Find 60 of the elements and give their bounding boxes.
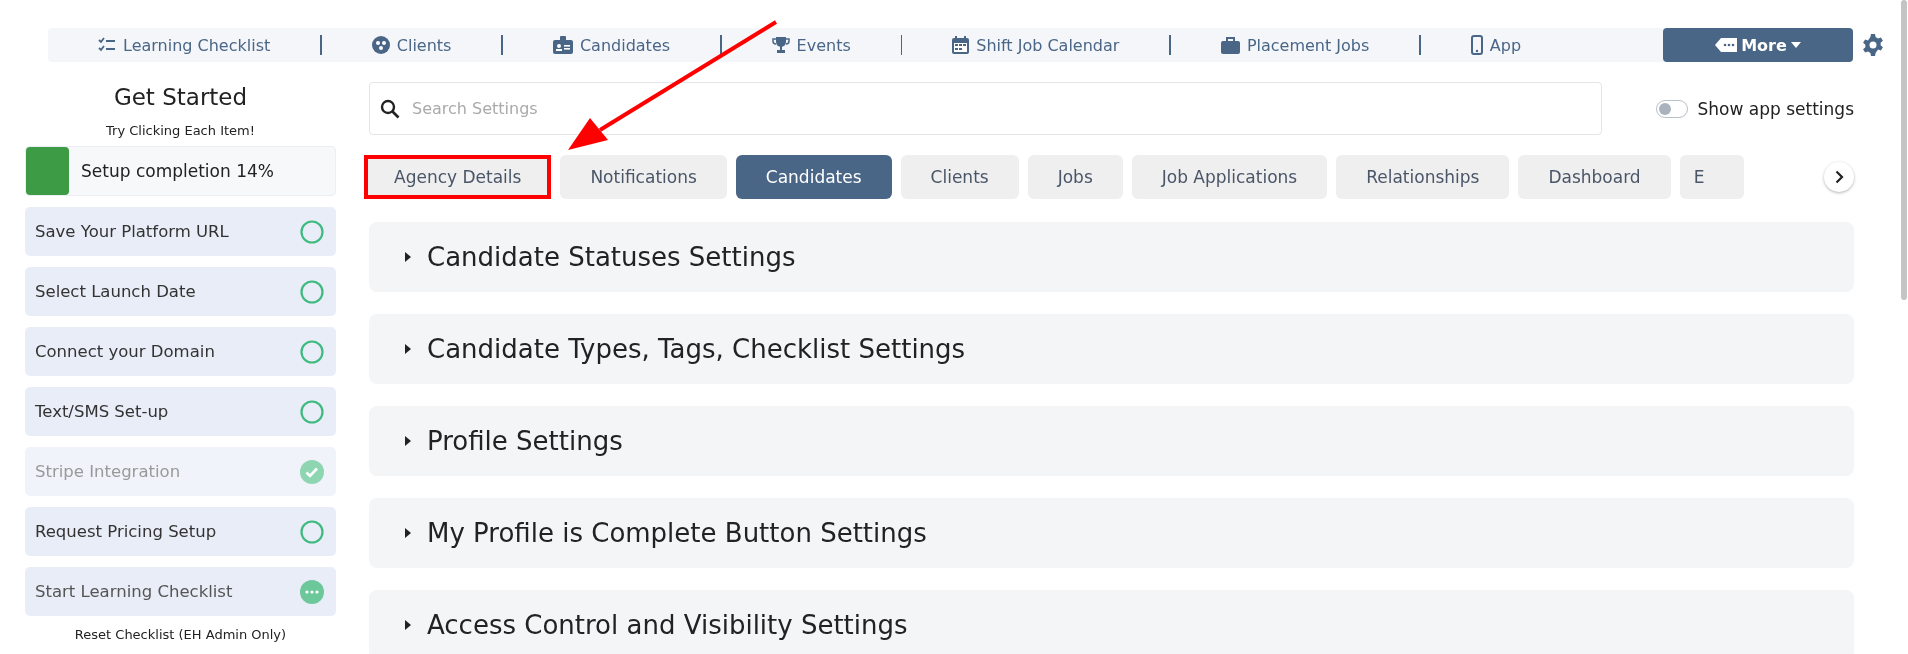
empty-circle-icon — [300, 219, 324, 244]
settings-tab[interactable]: Notifications — [560, 155, 727, 199]
check-circle-icon — [300, 459, 324, 484]
checklist-item[interactable]: Start Learning Checklist — [25, 567, 336, 616]
progress-label: Setup completion 14% — [81, 161, 274, 181]
search-input[interactable]: Search Settings — [410, 98, 1601, 119]
briefcase-icon — [1220, 36, 1240, 54]
settings-tab[interactable]: Agency Details — [364, 155, 552, 199]
settings-tab[interactable]: Candidates — [735, 155, 892, 199]
calendar-icon — [952, 36, 970, 54]
nav-link[interactable]: Learning Checklist — [78, 35, 321, 55]
empty-circle-icon — [300, 519, 324, 544]
reset-link[interactable]: Reset Checklist (EH Admin Only) — [74, 627, 287, 642]
checklist-item[interactable]: Connect your Domain — [25, 327, 336, 376]
nav-link[interactable]: Placement Jobs — [1170, 35, 1420, 55]
checklist-item[interactable]: Text/SMS Set-up — [25, 387, 336, 436]
caret-icon — [405, 436, 412, 446]
search-field[interactable]: Search Settings — [369, 82, 1602, 135]
settings-icon[interactable] — [1861, 33, 1885, 57]
empty-circle-icon — [300, 339, 324, 364]
scroll-right-button[interactable] — [1824, 162, 1854, 192]
nav-link[interactable]: App — [1420, 35, 1572, 55]
settings-section[interactable]: Candidate Types, Tags, Checklist Settings — [369, 314, 1854, 384]
nav-link[interactable]: Candidates — [502, 35, 721, 55]
checklist-item[interactable]: Request Pricing Setup — [25, 507, 336, 556]
settings-tab[interactable]: Dashboard — [1518, 155, 1671, 199]
group-icon — [371, 36, 390, 54]
settings-section[interactable]: My Profile is Complete Button Settings — [369, 498, 1854, 568]
checklist-item[interactable]: Save Your Platform URL — [25, 207, 336, 256]
caret-icon — [1790, 42, 1801, 48]
settings-tab[interactable]: Clients — [900, 155, 1019, 199]
settings-section[interactable]: Access Control and Visibility Settings — [369, 590, 1854, 654]
caret-icon — [405, 620, 412, 630]
checklist-icon — [98, 37, 116, 53]
search-icon — [380, 98, 400, 119]
more-button[interactable]: More — [1663, 28, 1853, 62]
nav-link[interactable]: Events — [721, 35, 901, 55]
phone-icon — [1470, 35, 1483, 55]
caret-icon — [405, 252, 412, 262]
empty-circle-icon — [300, 399, 324, 424]
toggle-label: Show app settings — [1697, 98, 1854, 119]
empty-circle-icon — [300, 279, 324, 304]
settings-section[interactable]: Profile Settings — [369, 406, 1854, 476]
ellipsis-circle-icon — [300, 579, 324, 604]
trophy-icon — [771, 36, 790, 54]
settings-tab[interactable]: Relationships — [1336, 155, 1510, 199]
sidebar-subtitle: Try Clicking Each Item! — [106, 123, 255, 138]
settings-tab[interactable]: Jobs — [1027, 155, 1123, 199]
nav-link[interactable]: Shift Job Calendar — [902, 35, 1170, 55]
settings-tab[interactable]: Job Applications — [1131, 155, 1328, 199]
id-badge-icon — [552, 36, 573, 54]
caret-icon — [405, 528, 412, 538]
settings-tab[interactable]: E — [1679, 155, 1745, 199]
caret-icon — [405, 344, 412, 354]
chevron-right-icon — [1834, 170, 1844, 184]
tag-icon — [1715, 38, 1738, 52]
sidebar-title: Get Started — [113, 84, 248, 110]
nav-link[interactable]: Clients — [321, 35, 502, 55]
checklist-item[interactable]: Select Launch Date — [25, 267, 336, 316]
settings-section[interactable]: Candidate Statuses Settings — [369, 222, 1854, 292]
